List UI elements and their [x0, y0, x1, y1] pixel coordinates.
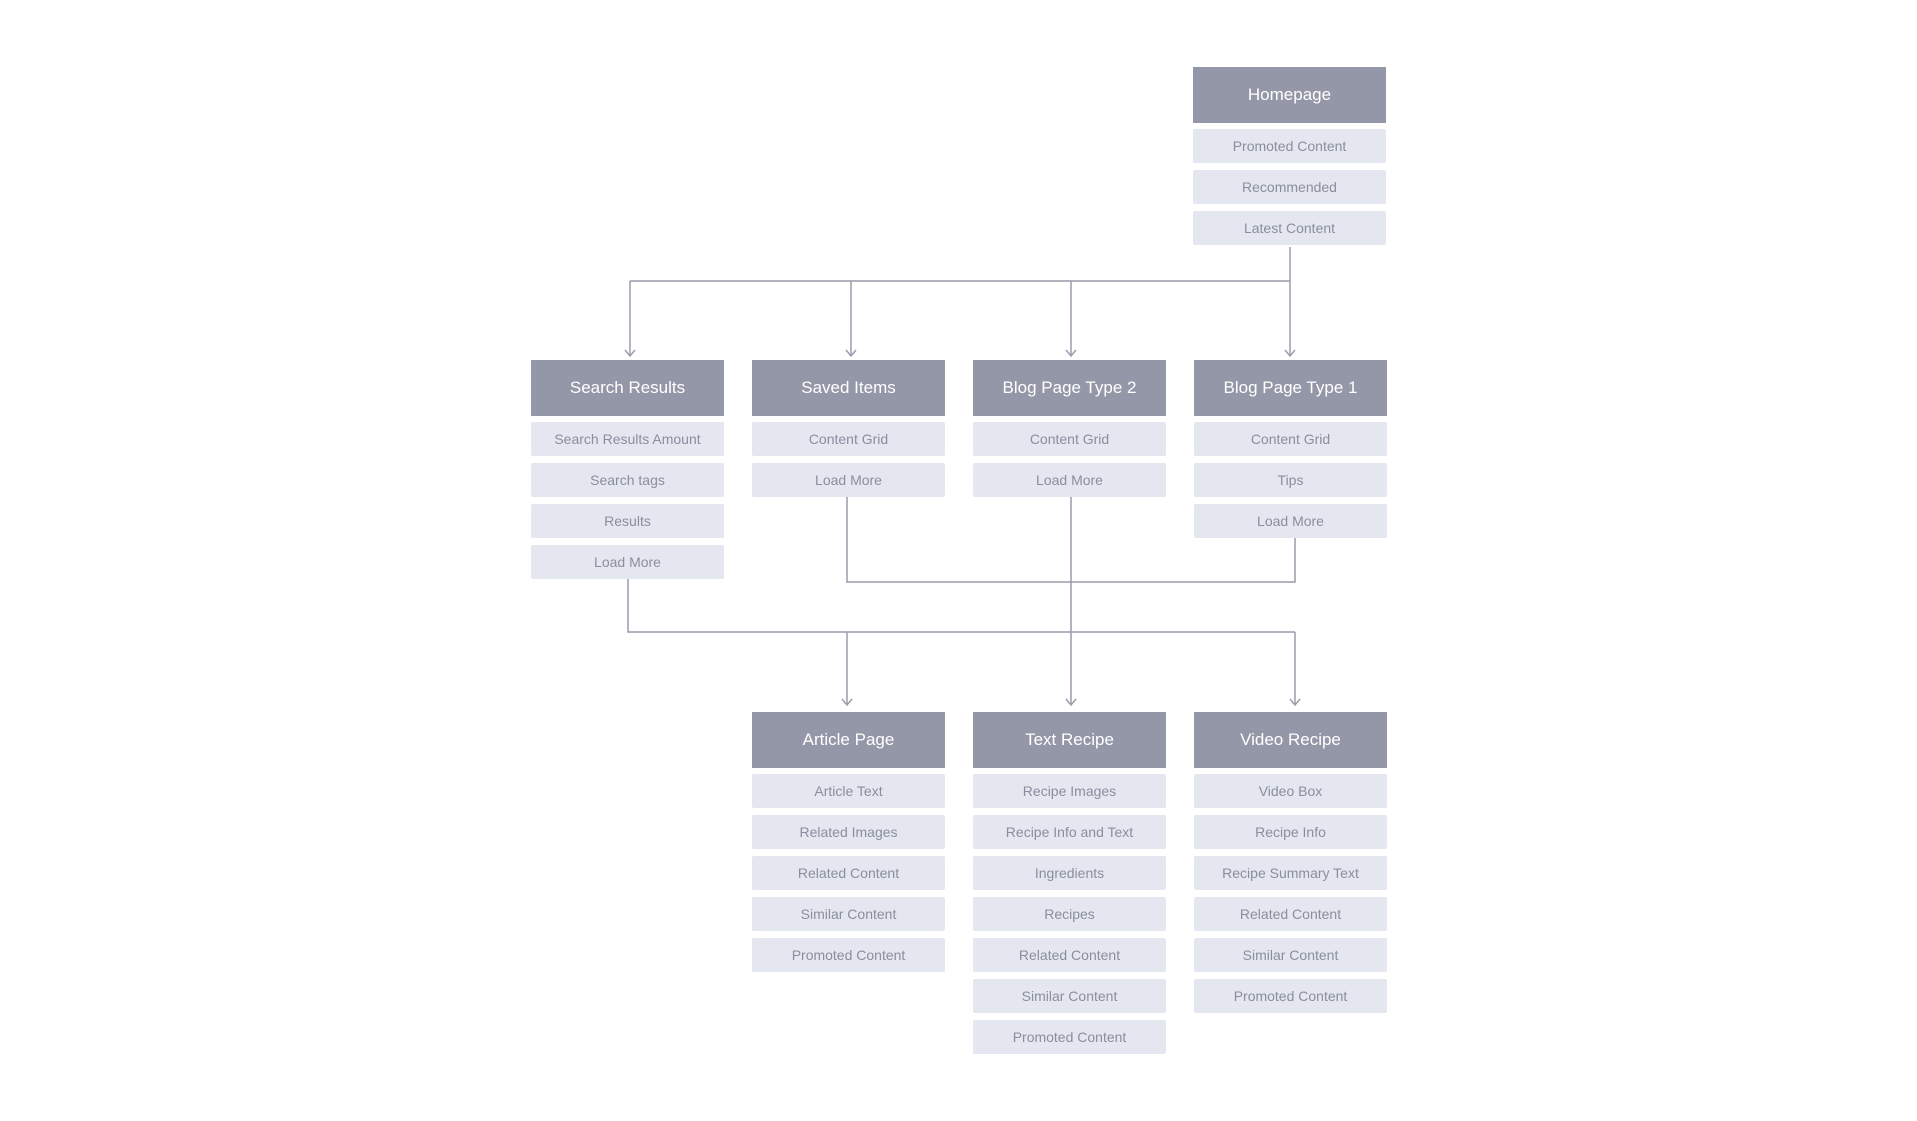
- node-item: Load More: [752, 463, 945, 497]
- node-video-recipe: Video Recipe Video Box Recipe Info Recipe S…: [1194, 712, 1387, 1013]
- node-item: Latest Content: [1193, 211, 1386, 245]
- node-title: Saved Items: [752, 360, 945, 416]
- node-item: Recipe Summary Text: [1194, 856, 1387, 890]
- node-item: Content Grid: [1194, 422, 1387, 456]
- node-item: Recipe Info: [1194, 815, 1387, 849]
- node-item: Ingredients: [973, 856, 1166, 890]
- node-item: Promoted Content: [1194, 979, 1387, 1013]
- node-blog-page-type-1: Blog Page Type 1 Content Grid Tips Load Mor…: [1194, 360, 1387, 538]
- node-item: Related Content: [752, 856, 945, 890]
- connector-line: [627, 577, 1295, 633]
- node-item: Similar Content: [1194, 938, 1387, 972]
- node-item: Tips: [1194, 463, 1387, 497]
- node-item: Promoted Content: [752, 938, 945, 972]
- node-item: Article Text: [752, 774, 945, 808]
- node-homepage: Homepage Promoted Content Recommended Lates…: [1193, 67, 1386, 245]
- node-blog-page-type-2: Blog Page Type 2 Content Grid Load More: [973, 360, 1166, 497]
- node-title: Video Recipe: [1194, 712, 1387, 768]
- node-item: Search tags: [531, 463, 724, 497]
- node-item: Similar Content: [752, 897, 945, 931]
- node-item: Related Content: [1194, 897, 1387, 931]
- node-article-page: Article Page Article Text Related Images Re…: [752, 712, 945, 972]
- node-item: Recipe Images: [973, 774, 1166, 808]
- node-item: Promoted Content: [973, 1020, 1166, 1054]
- node-title: Search Results: [531, 360, 724, 416]
- node-item: Load More: [1194, 504, 1387, 538]
- node-item: Related Images: [752, 815, 945, 849]
- node-title: Blog Page Type 2: [973, 360, 1166, 416]
- node-item: Load More: [973, 463, 1166, 497]
- node-item: Related Content: [973, 938, 1166, 972]
- node-saved-items: Saved Items Content Grid Load More: [752, 360, 945, 497]
- connectors: [624, 247, 1301, 707]
- node-item: Similar Content: [973, 979, 1166, 1013]
- node-item: Promoted Content: [1193, 129, 1386, 163]
- node-item: Search Results Amount: [531, 422, 724, 456]
- node-title: Text Recipe: [973, 712, 1166, 768]
- node-title: Blog Page Type 1: [1194, 360, 1387, 416]
- node-item: Load More: [531, 545, 724, 579]
- node-search-results: Search Results Search Results Amount Searc…: [531, 360, 724, 579]
- node-item: Video Box: [1194, 774, 1387, 808]
- node-item: Results: [531, 504, 724, 538]
- node-title: Article Page: [752, 712, 945, 768]
- node-title: Homepage: [1193, 67, 1386, 123]
- node-item: Recommended: [1193, 170, 1386, 204]
- node-text-recipe: Text Recipe Recipe Images Recipe Info and …: [973, 712, 1166, 1054]
- node-item: Recipe Info and Text: [973, 815, 1166, 849]
- node-item: Content Grid: [973, 422, 1166, 456]
- node-item: Content Grid: [752, 422, 945, 456]
- node-item: Recipes: [973, 897, 1166, 931]
